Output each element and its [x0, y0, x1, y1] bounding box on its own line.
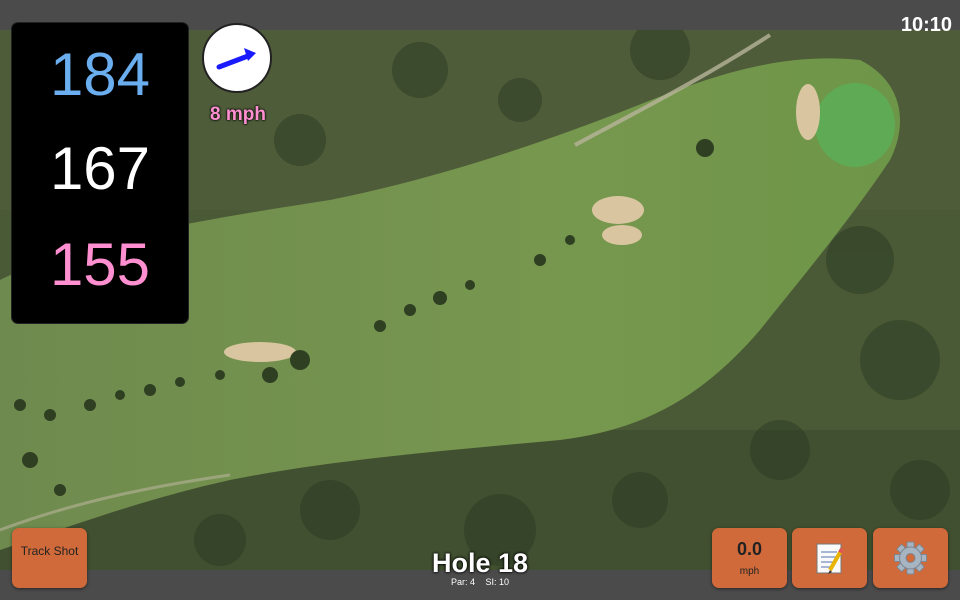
track-shot-label: Track Shot — [20, 544, 79, 558]
speed-unit: mph — [739, 566, 760, 577]
stroke-index-label: SI: 10 — [485, 577, 510, 587]
front-of-green-distance: 155 — [49, 231, 151, 298]
par-label: Par: 4 — [450, 577, 475, 587]
hole-info: Par: 4 SI: 10 — [380, 577, 580, 587]
wind-direction-indicator — [202, 23, 272, 93]
hole-title: Hole 18 — [431, 548, 529, 578]
distance-panel: 184 167 155 — [12, 23, 188, 323]
middle-of-green-distance: 167 — [49, 135, 151, 202]
back-of-green-distance: 184 — [49, 41, 151, 108]
track-shot-button[interactable]: Track Shot — [12, 528, 87, 588]
wind-speed: 8 mph — [210, 104, 266, 125]
clock: 10:10 — [900, 14, 952, 36]
notes-button[interactable] — [792, 528, 867, 588]
gear-icon — [894, 541, 927, 575]
wind-arrow-icon — [216, 48, 256, 70]
settings-button[interactable] — [873, 528, 948, 588]
notepad-icon — [816, 543, 844, 574]
speed-value: 0.0 — [736, 539, 763, 559]
speed-button[interactable]: 0.0 mph — [712, 528, 787, 588]
